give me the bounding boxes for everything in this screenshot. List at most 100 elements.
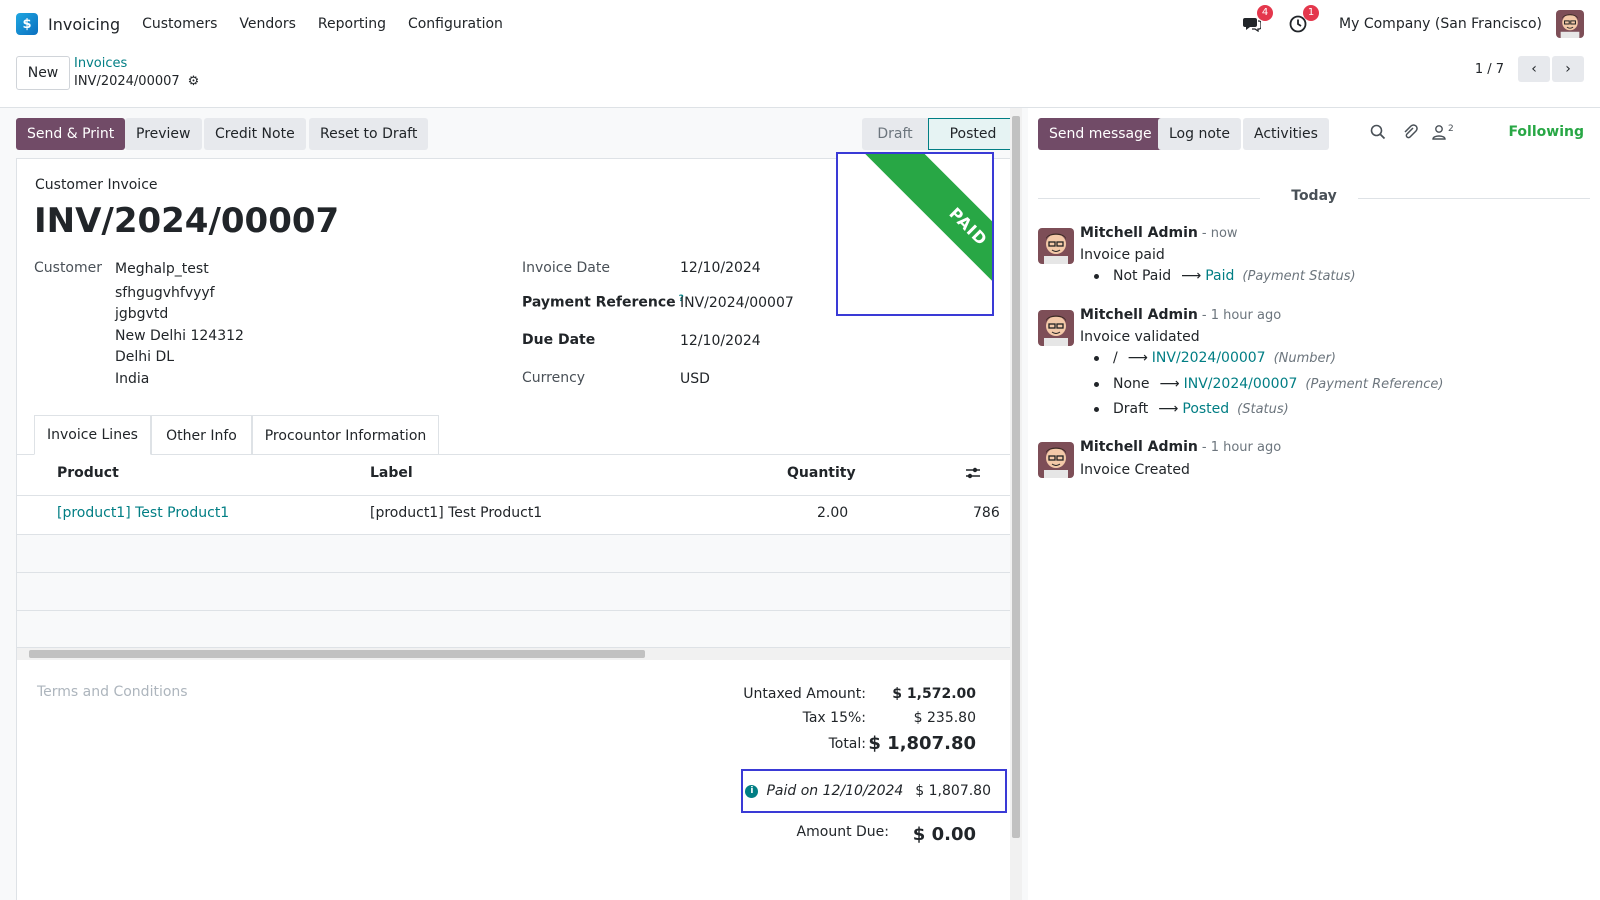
empty-row — [17, 535, 1011, 573]
pager-previous-button[interactable]: ‹ — [1518, 56, 1550, 82]
message-author-name[interactable]: Mitchell Admin — [1080, 225, 1198, 241]
user-avatar[interactable] — [1556, 10, 1584, 38]
send-print-button[interactable]: Send & Print — [16, 118, 126, 150]
invoicing-app-icon[interactable]: $ — [16, 13, 38, 35]
line-quantity[interactable]: 2.00 — [817, 505, 848, 521]
customer-link[interactable]: Meghalp_test — [115, 261, 209, 277]
arrow-right-icon: ⟶ — [1158, 401, 1179, 417]
new-button[interactable]: New — [16, 56, 70, 90]
status-draft[interactable]: Draft — [862, 118, 928, 150]
breadcrumb-current: INV/2024/00007 ⚙ — [74, 74, 199, 89]
line-label[interactable]: [product1] Test Product1 — [370, 505, 542, 521]
breadcrumb-invoices[interactable]: Invoices — [74, 56, 127, 71]
info-icon[interactable]: i — [745, 784, 759, 798]
form-view: Send & Print Preview Credit Note Reset t… — [0, 108, 1028, 900]
line-price-truncated[interactable]: 786 — [973, 505, 1000, 521]
avatar[interactable] — [1038, 442, 1074, 478]
empty-row — [17, 573, 1011, 611]
activity-clock-icon[interactable]: 1 — [1287, 5, 1320, 35]
following-button[interactable]: Following — [1508, 124, 1584, 140]
message-author-name[interactable]: Mitchell Admin — [1080, 307, 1198, 323]
tax-value: $ 235.80 — [913, 710, 976, 726]
message-body: Invoice paid — [1080, 247, 1165, 263]
log-note-button[interactable]: Log note — [1158, 118, 1241, 150]
message-body: Invoice Created — [1080, 462, 1190, 478]
tracking-value: None ⟶ INV/2024/00007 (Payment Reference… — [1094, 376, 1444, 392]
address-line: Delhi DL — [115, 349, 175, 365]
followers-button[interactable]: 2 — [1432, 124, 1454, 144]
document-type: Customer Invoice — [35, 177, 158, 193]
amount-due-label: Amount Due: — [796, 824, 889, 840]
currency-label: Currency — [522, 370, 586, 386]
message-author[interactable]: Mitchell Admin - 1 hour ago — [1080, 439, 1281, 455]
invoice-date-label: Invoice Date — [522, 260, 610, 276]
preview-button[interactable]: Preview — [125, 118, 202, 150]
person-icon — [1432, 124, 1446, 144]
pager-value[interactable]: 1 / 7 — [1475, 62, 1504, 77]
credit-note-button[interactable]: Credit Note — [204, 118, 306, 150]
avatar[interactable] — [1038, 228, 1074, 264]
send-message-button[interactable]: Send message — [1038, 118, 1163, 150]
tracking-new: INV/2024/00007 — [1183, 376, 1298, 392]
invoice-number-title: INV/2024/00007 — [34, 201, 340, 241]
due-date-value[interactable]: 12/10/2024 — [680, 333, 761, 349]
column-header-quantity[interactable]: Quantity — [787, 465, 856, 481]
menu-configuration[interactable]: Configuration — [408, 16, 503, 32]
payment-reference-value[interactable]: INV/2024/00007 — [680, 295, 794, 311]
message-time: - 1 hour ago — [1201, 440, 1282, 455]
pager: 1 / 7 ‹ › — [1475, 56, 1584, 82]
currency-link[interactable]: USD — [680, 371, 710, 387]
gear-icon[interactable]: ⚙ — [188, 74, 200, 89]
address-line: jgbgvtd — [115, 306, 169, 322]
column-header-label[interactable]: Label — [370, 465, 413, 481]
menu-customers[interactable]: Customers — [142, 16, 217, 32]
tab-other-info[interactable]: Other Info — [151, 415, 252, 455]
tracking-value: / ⟶ INV/2024/00007 (Number) — [1094, 350, 1336, 366]
tracking-value: Not Paid ⟶ Paid (Payment Status) — [1094, 268, 1356, 284]
avatar[interactable] — [1038, 310, 1074, 346]
paperclip-icon[interactable] — [1402, 124, 1418, 144]
scrollbar-thumb[interactable] — [1012, 116, 1020, 838]
control-panel: New Invoices INV/2024/00007 ⚙ 1 / 7 ‹ › — [0, 48, 1600, 108]
tracking-value: Draft ⟶ Posted (Status) — [1094, 401, 1289, 417]
messages-badge: 4 — [1257, 5, 1274, 21]
message-author-name[interactable]: Mitchell Admin — [1080, 439, 1198, 455]
tracking-field: (Number) — [1273, 350, 1336, 366]
payment-line[interactable]: i Paid on 12/10/2024 $ 1,807.80 — [741, 769, 1007, 813]
arrow-right-icon: ⟶ — [1159, 376, 1180, 392]
menu-reporting[interactable]: Reporting — [318, 16, 386, 32]
amount-due-value: $ 0.00 — [912, 824, 976, 845]
reset-to-draft-button[interactable]: Reset to Draft — [309, 118, 429, 150]
column-settings-icon[interactable] — [965, 465, 981, 485]
followers-count: 2 — [1448, 124, 1454, 134]
tracking-field: (Payment Reference) — [1305, 376, 1444, 392]
app-name[interactable]: Invoicing — [48, 15, 120, 34]
empty-row — [17, 611, 1011, 648]
pager-next-button[interactable]: › — [1552, 56, 1584, 82]
bullet — [1094, 355, 1099, 361]
column-header-product[interactable]: Product — [57, 465, 119, 481]
bullet — [1094, 381, 1099, 387]
message-author[interactable]: Mitchell Admin - 1 hour ago — [1080, 307, 1281, 323]
vertical-scrollbar[interactable] — [1010, 108, 1022, 900]
horizontal-scrollbar[interactable] — [17, 648, 1011, 660]
line-product[interactable]: [product1] Test Product1 — [57, 505, 229, 521]
tab-invoice-lines[interactable]: Invoice Lines — [34, 415, 151, 455]
status-posted[interactable]: Posted — [928, 118, 1018, 150]
company-switcher[interactable]: My Company (San Francisco) — [1339, 16, 1542, 32]
menu-vendors[interactable]: Vendors — [239, 16, 295, 32]
bullet — [1094, 273, 1099, 279]
payment-reference-label: Payment Reference? — [522, 294, 684, 311]
due-date-label: Due Date — [522, 332, 596, 348]
search-icon[interactable] — [1370, 124, 1386, 144]
message-author[interactable]: Mitchell Admin - now — [1080, 225, 1238, 241]
messaging-icon[interactable]: 4 — [1241, 5, 1274, 35]
scrollbar-thumb[interactable] — [29, 650, 645, 658]
tracking-new: Paid — [1205, 268, 1235, 284]
activities-button[interactable]: Activities — [1243, 118, 1329, 150]
tab-procountor-information[interactable]: Procountor Information — [252, 415, 439, 455]
terms-and-conditions-field[interactable]: Terms and Conditions — [37, 684, 188, 700]
invoice-date-value[interactable]: 12/10/2024 — [680, 260, 761, 276]
message-time: - now — [1201, 226, 1238, 241]
payment-reference-label-text: Payment Reference — [522, 294, 676, 311]
